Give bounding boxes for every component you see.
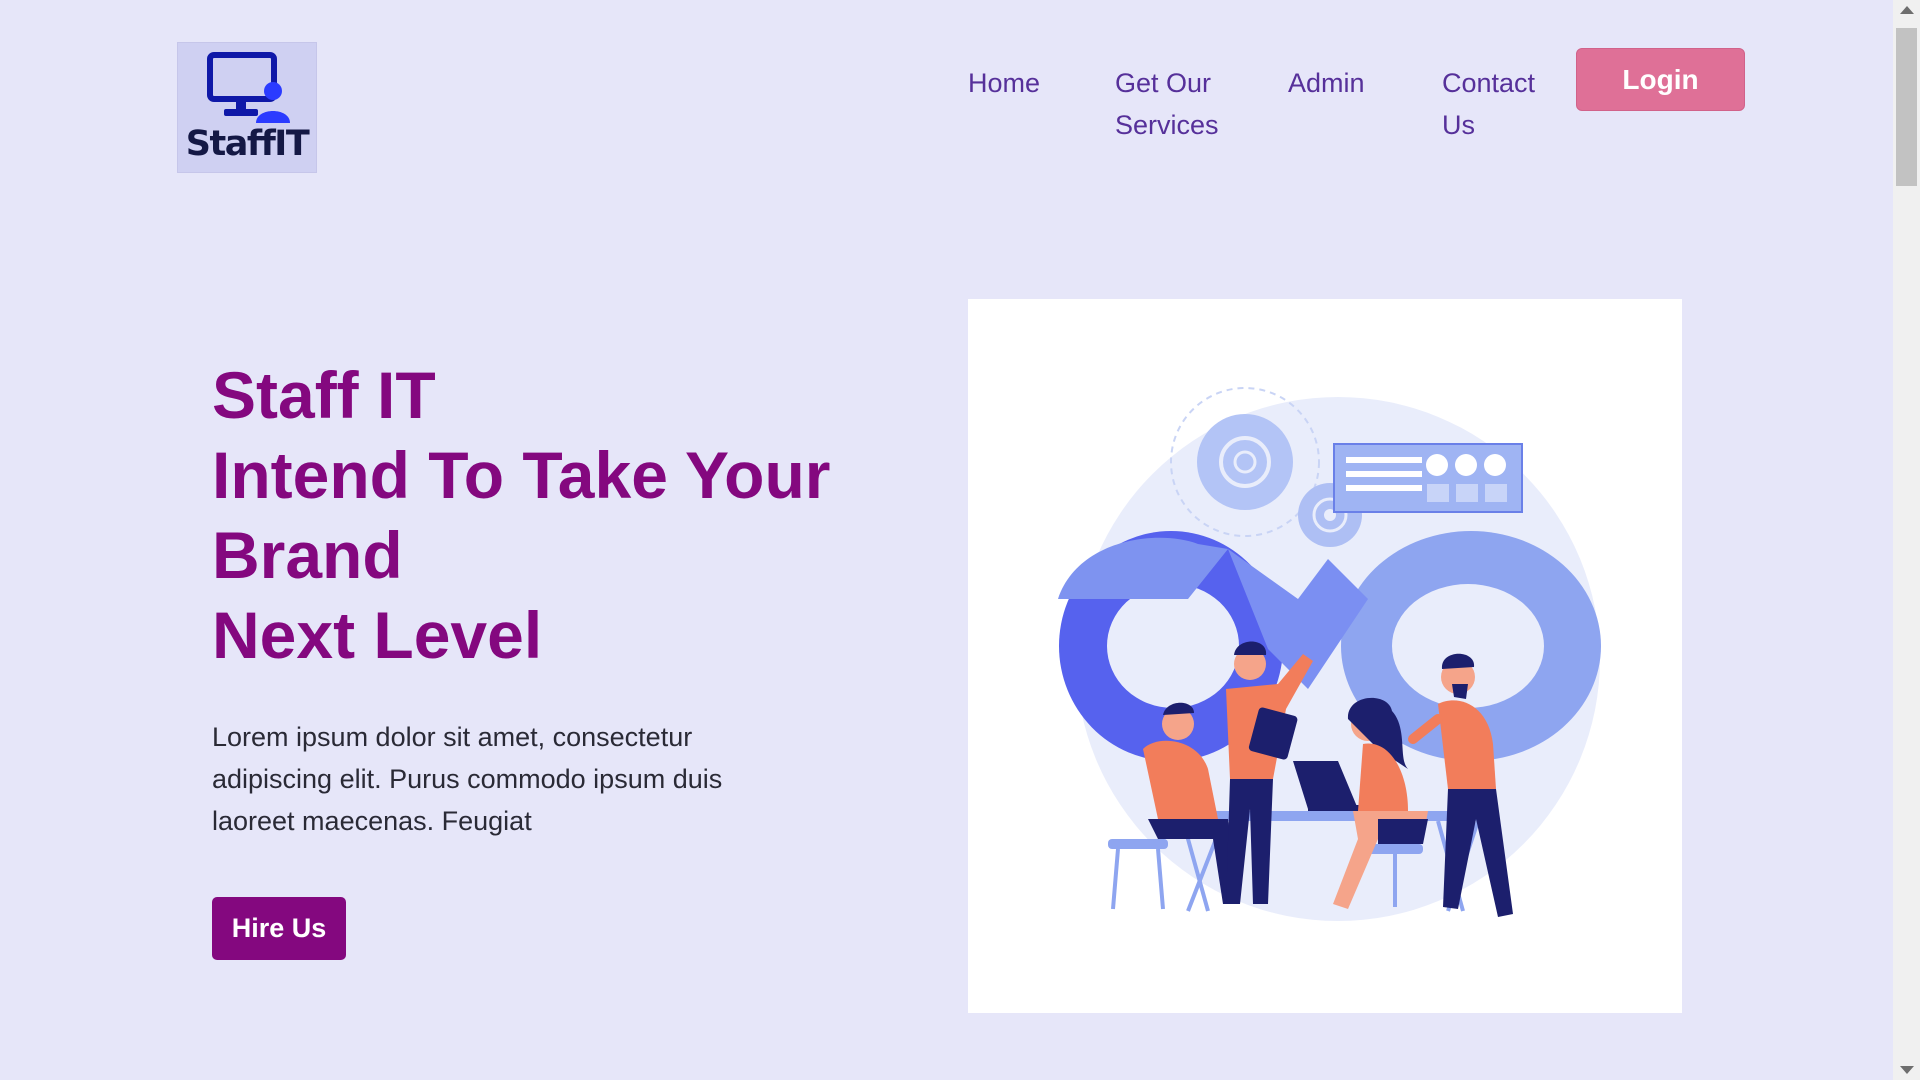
teamwork-infinity-illustration — [1058, 387, 1601, 921]
scroll-down-icon[interactable] — [1900, 1066, 1914, 1074]
page-scrollbar[interactable] — [1893, 0, 1920, 1080]
hero-title-line-2: Intend To Take Your — [212, 438, 831, 512]
nav-contact-us[interactable]: Contact Us — [1442, 62, 1552, 146]
hire-us-button[interactable]: Hire Us — [212, 897, 346, 960]
hero-title-line-3: Brand — [212, 518, 403, 592]
logo[interactable]: StaffIT — [177, 42, 317, 173]
login-button[interactable]: Login — [1576, 48, 1745, 111]
nav-home[interactable]: Home — [968, 62, 1040, 104]
hero-title-line-4: Next Level — [212, 598, 543, 672]
dashboard-panel-icon — [1333, 443, 1523, 513]
nav-get-our-services[interactable]: Get Our Services — [1115, 62, 1235, 146]
scroll-up-icon[interactable] — [1900, 6, 1914, 14]
hero-illustration — [968, 299, 1682, 1013]
logo-text: StaffIT — [185, 124, 310, 164]
hero-title-line-1: Staff IT — [212, 358, 436, 432]
landing-page: StaffIT Home Get Our Services Admin Cont… — [0, 0, 1920, 1080]
monitor-user-icon — [207, 52, 290, 123]
scroll-thumb[interactable] — [1896, 28, 1917, 186]
hero-title: Staff IT Intend To Take Your Brand Next … — [212, 355, 912, 675]
hero-description: Lorem ipsum dolor sit amet, consectetur … — [212, 722, 723, 836]
gear-large-icon — [1197, 414, 1293, 510]
nav-admin[interactable]: Admin — [1288, 62, 1365, 104]
